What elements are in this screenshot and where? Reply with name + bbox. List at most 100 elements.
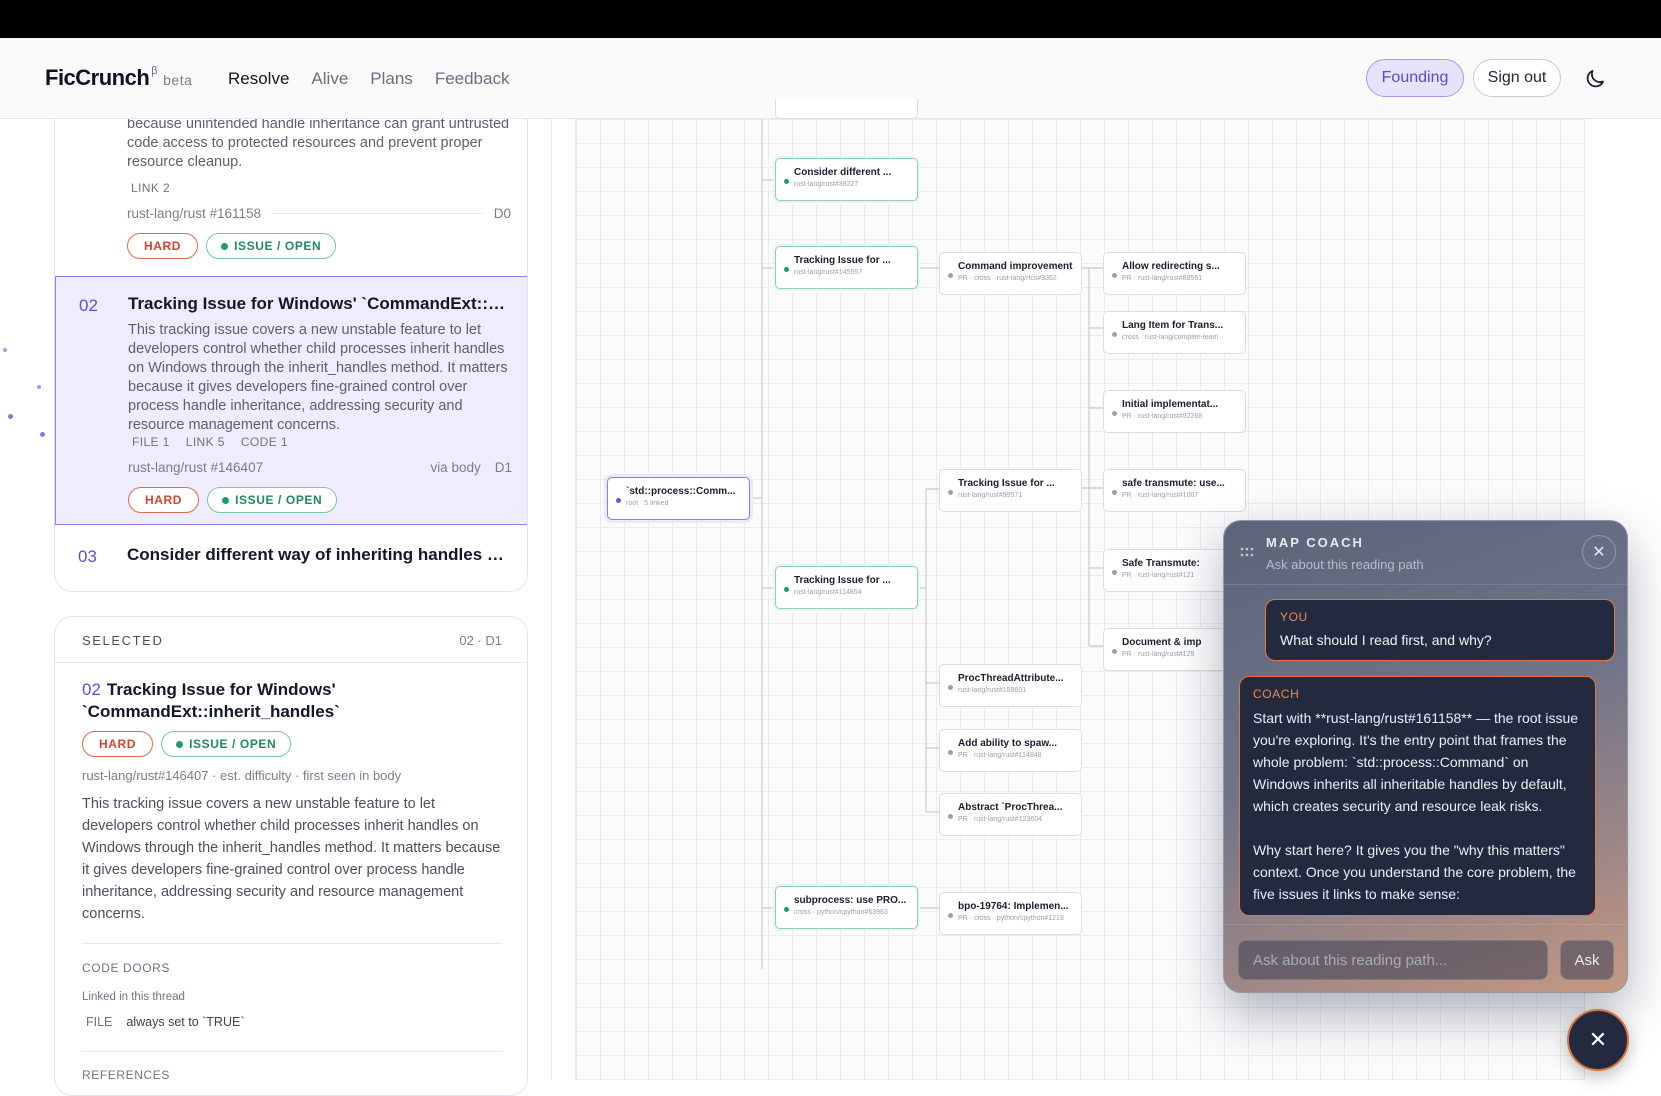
coach-label: COACH bbox=[1253, 687, 1300, 701]
nav-feedback[interactable]: Feedback bbox=[435, 69, 510, 89]
selected-meta: rust-lang/rust#146407 · est. difficulty … bbox=[82, 768, 402, 783]
difficulty-badge: HARD bbox=[128, 487, 200, 513]
selected-title: 02 Tracking Issue for Windows' `CommandEx… bbox=[82, 679, 502, 723]
drag-handle-icon[interactable] bbox=[1240, 547, 1254, 557]
selected-ref: 02 · D1 bbox=[459, 633, 502, 648]
decor-dot bbox=[3, 348, 7, 352]
ask-button[interactable]: Ask bbox=[1560, 940, 1614, 980]
node-title: Abstract `ProcThrea... bbox=[958, 802, 1063, 813]
list-item[interactable]: 03 Consider different way of inheriting … bbox=[55, 525, 527, 591]
node-sub: PR · rust-lang/rust#1007 bbox=[1122, 492, 1199, 499]
graph-node[interactable]: safe transmute: use... PR · rust-lang/rus… bbox=[1103, 469, 1246, 512]
graph-node-root[interactable]: `std::process::Comm... root · 5 linked bbox=[607, 477, 750, 520]
founding-button[interactable]: Founding bbox=[1366, 59, 1464, 97]
status-dot-icon bbox=[176, 740, 184, 748]
coach-message-text: Start with **rust-lang/rust#161158** — t… bbox=[1253, 707, 1583, 915]
node-title: Document & imp bbox=[1122, 637, 1202, 648]
node-title: Tracking Issue for ... bbox=[958, 478, 1055, 489]
brand-superscript: β bbox=[151, 65, 158, 77]
graph-node[interactable]: Allow redirecting s... PR · rust-lang/rus… bbox=[1103, 252, 1246, 295]
coach-question-input[interactable] bbox=[1238, 940, 1548, 980]
difficulty-badge: HARD bbox=[82, 731, 154, 757]
graph-node[interactable]: Abstract `ProcThrea... PR · rust-lang/rus… bbox=[939, 793, 1082, 836]
status-dot-icon bbox=[221, 242, 229, 250]
close-icon[interactable]: ✕ bbox=[1582, 535, 1616, 569]
file-ref-row[interactable]: FILE always set to `TRUE` bbox=[86, 1015, 245, 1029]
map-coach-title: MAP COACH bbox=[1266, 535, 1364, 550]
item-title: Tracking Issue for Windows' `CommandExt:… bbox=[128, 294, 508, 313]
status-badge-label: ISSUE / OPEN bbox=[234, 239, 322, 253]
node-dot bbox=[948, 750, 953, 755]
decor-dot bbox=[40, 432, 45, 437]
graph-node[interactable]: Consider different ... rust-lang/rust#382… bbox=[775, 158, 918, 201]
selected-panel-header: SELECTED 02 · D1 bbox=[55, 617, 527, 663]
difficulty-badge: HARD bbox=[127, 233, 199, 259]
node-dot bbox=[1112, 273, 1117, 278]
node-sub: PR · rust-lang/rust#129 bbox=[1122, 651, 1195, 658]
item-tags: LINK 2 bbox=[131, 181, 170, 195]
tag-file: FILE 1 bbox=[132, 435, 170, 449]
graph-node[interactable]: Command improvement PR · cross · rust-lan… bbox=[939, 252, 1082, 295]
item-repo[interactable]: rust-lang/rust #161158 bbox=[127, 206, 261, 221]
node-title: Allow redirecting s... bbox=[1122, 261, 1220, 272]
node-title: Safe Transmute: bbox=[1122, 558, 1200, 569]
item-description: This tracking issue covers a new unstabl… bbox=[128, 322, 508, 433]
decor-dot bbox=[37, 385, 41, 389]
map-coach-subtitle: Ask about this reading path bbox=[1266, 557, 1424, 572]
item-meta: rust-lang/rust #161158 D0 bbox=[127, 206, 511, 221]
graph-node[interactable] bbox=[775, 99, 918, 119]
coach-message: COACH Start with **rust-lang/rust#161158… bbox=[1239, 676, 1596, 916]
map-coach-header[interactable]: MAP COACH Ask about this reading path ✕ bbox=[1224, 521, 1627, 585]
coach-paragraph: Start with **rust-lang/rust#161158** — t… bbox=[1253, 710, 1579, 814]
graph-node[interactable]: Tracking Issue for ... rust-lang/rust#145… bbox=[775, 246, 918, 289]
coach-input-row: Ask bbox=[1224, 924, 1627, 992]
node-title: Tracking Issue for ... bbox=[794, 255, 891, 266]
node-sub: PR · rust-lang/rust#123604 bbox=[958, 816, 1043, 823]
brand-name: FicCrunch bbox=[45, 65, 150, 90]
tag-link: LINK 5 bbox=[185, 435, 225, 449]
brand-logo[interactable]: FicCrunch βbeta bbox=[45, 65, 192, 91]
status-badge: ISSUE / OPEN bbox=[207, 487, 338, 513]
node-sub: PR · rust-lang/rust#114848 bbox=[958, 752, 1042, 759]
graph-node[interactable]: bpo-19764: Implemen... PR · cross · pytho… bbox=[939, 892, 1082, 935]
node-dot bbox=[784, 907, 789, 912]
map-coach-panel: MAP COACH Ask about this reading path ✕ … bbox=[1223, 520, 1628, 993]
sign-out-button[interactable]: Sign out bbox=[1473, 59, 1561, 97]
graph-node[interactable]: Tracking Issue for ... rust-lang/rust#995… bbox=[939, 469, 1082, 512]
graph-node[interactable]: Add ability to spaw... PR · rust-lang/rus… bbox=[939, 729, 1082, 772]
item-depth: D0 bbox=[493, 206, 511, 221]
nav-plans[interactable]: Plans bbox=[370, 69, 413, 89]
status-dot-icon bbox=[222, 496, 230, 504]
node-sub: PR · cross · rust-lang/rfcs#3362 bbox=[958, 275, 1057, 282]
list-item[interactable]: because unintended handle inheritance ca… bbox=[55, 119, 527, 276]
graph-node[interactable]: Initial implementat... PR · rust-lang/rus… bbox=[1103, 390, 1246, 433]
graph-node[interactable]: ProcThreadAttribute... rust-lang/rust#158… bbox=[939, 664, 1082, 707]
selected-label: SELECTED bbox=[82, 633, 164, 648]
nav-alive[interactable]: Alive bbox=[311, 69, 348, 89]
close-coach-fab-icon[interactable]: ✕ bbox=[1567, 1009, 1629, 1071]
node-sub: rust-lang/rust#158601 bbox=[958, 687, 1027, 694]
nav-resolve[interactable]: Resolve bbox=[228, 69, 289, 89]
tag-link: LINK 2 bbox=[131, 181, 171, 195]
graph-node[interactable]: subprocess: use PRO... cross · python/cpy… bbox=[775, 886, 918, 929]
code-doors-heading: CODE DOORS bbox=[82, 961, 171, 975]
decor-dot bbox=[8, 414, 13, 419]
node-sub: PR · rust-lang/rust#92268 bbox=[1122, 413, 1203, 420]
status-badge: ISSUE / OPEN bbox=[161, 731, 292, 757]
node-sub: rust-lang/rust#99571 bbox=[958, 492, 1023, 499]
moon-icon[interactable] bbox=[1583, 67, 1607, 91]
graph-node[interactable]: Tracking Issue for ... rust-lang/rust#114… bbox=[775, 566, 918, 609]
node-sub: PR · cross · python/cpython#1218 bbox=[958, 915, 1064, 922]
divider bbox=[82, 943, 502, 944]
graph-node[interactable]: Lang Item for Trans... cross · rust-lang/… bbox=[1103, 311, 1246, 354]
status-badge-label: ISSUE / OPEN bbox=[235, 493, 323, 507]
node-dot bbox=[1112, 332, 1117, 337]
selected-panel: SELECTED 02 · D1 02 Tracking Issue for Wi… bbox=[54, 616, 528, 1096]
node-title: ProcThreadAttribute... bbox=[958, 673, 1064, 684]
item-repo[interactable]: rust-lang/rust #146407 bbox=[128, 460, 263, 475]
node-dot bbox=[784, 267, 789, 272]
list-item-selected[interactable]: 02 Tracking Issue for Windows' `CommandE… bbox=[55, 276, 527, 525]
node-title: Lang Item for Trans... bbox=[1122, 320, 1224, 331]
node-dot bbox=[948, 913, 953, 918]
file-ref-label: FILE bbox=[86, 1015, 113, 1029]
